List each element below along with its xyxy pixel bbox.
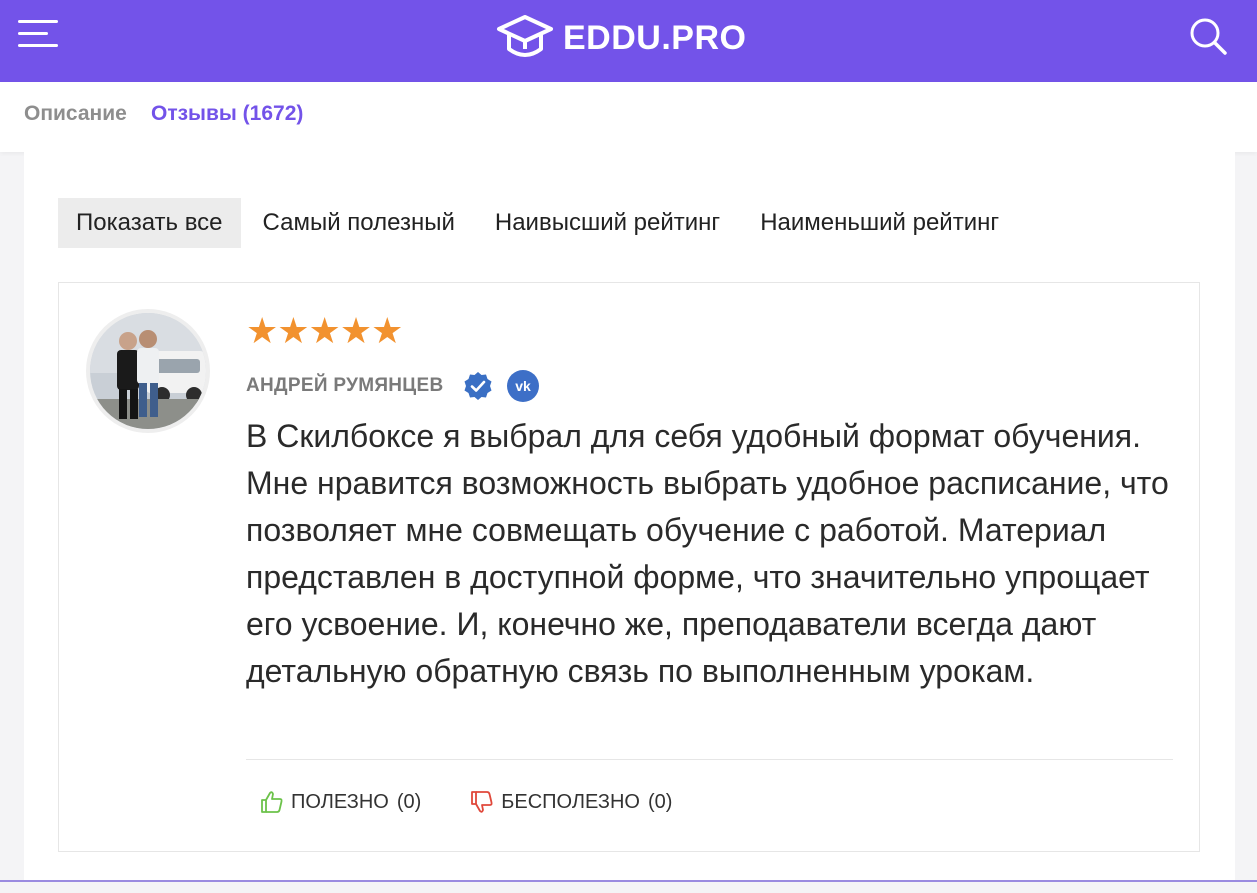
tab-description[interactable]: Описание — [24, 102, 127, 126]
verified-badge-icon — [464, 372, 492, 400]
thumbs-up-icon — [261, 791, 283, 813]
site-logo[interactable]: EDDU.PRO — [495, 12, 746, 64]
svg-text:vk: vk — [516, 378, 532, 394]
filter-most-helpful[interactable]: Самый полезный — [245, 198, 473, 248]
unhelpful-count: (0) — [648, 790, 673, 813]
vote-row: ПОЛЕЗНО (0) БЕСПОЛЕЗНО (0) — [259, 787, 720, 817]
divider — [246, 759, 1173, 760]
helpful-button[interactable]: ПОЛЕЗНО (0) — [259, 789, 421, 815]
unhelpful-label: БЕСПОЛЕЗНО — [501, 790, 640, 813]
review-card: ★★★★★ АНДРЕЙ РУМЯНЦЕВ vk В Скилбоксе я в… — [58, 282, 1200, 852]
graduation-cap-icon — [497, 15, 553, 57]
reviews-panel: Показать все Самый полезный Наивысший ре… — [24, 152, 1235, 880]
author-row: АНДРЕЙ РУМЯНЦЕВ vk — [246, 370, 540, 402]
filter-highest-rating[interactable]: Наивысший рейтинг — [477, 198, 738, 248]
unhelpful-button[interactable]: БЕСПОЛЕЗНО (0) — [469, 789, 672, 815]
search-icon[interactable] — [1188, 16, 1228, 56]
helpful-label: ПОЛЕЗНО — [291, 790, 389, 813]
vk-icon[interactable]: vk — [507, 370, 540, 402]
course-tabs: Описание Отзывы (1672) — [0, 82, 1257, 152]
review-text: В Скилбоксе я выбрал для себя удобный фо… — [246, 418, 1169, 689]
bottom-border — [0, 880, 1257, 882]
filter-lowest-rating[interactable]: Наименьший рейтинг — [742, 198, 1017, 248]
review-filters: Показать все Самый полезный Наивысший ре… — [58, 198, 1021, 248]
author-name: АНДРЕЙ РУМЯНЦЕВ — [246, 375, 444, 396]
helpful-count: (0) — [396, 790, 422, 813]
avatar — [86, 309, 210, 433]
logo-text: EDDU.PRO — [563, 18, 747, 57]
tab-reviews[interactable]: Отзывы (1672) — [151, 102, 303, 126]
hamburger-menu-icon[interactable] — [18, 18, 58, 50]
top-header: EDDU.PRO — [0, 0, 1257, 82]
rating-stars: ★★★★★ — [246, 310, 403, 351]
filter-show-all[interactable]: Показать все — [58, 198, 241, 248]
thumbs-down-icon — [471, 791, 493, 813]
